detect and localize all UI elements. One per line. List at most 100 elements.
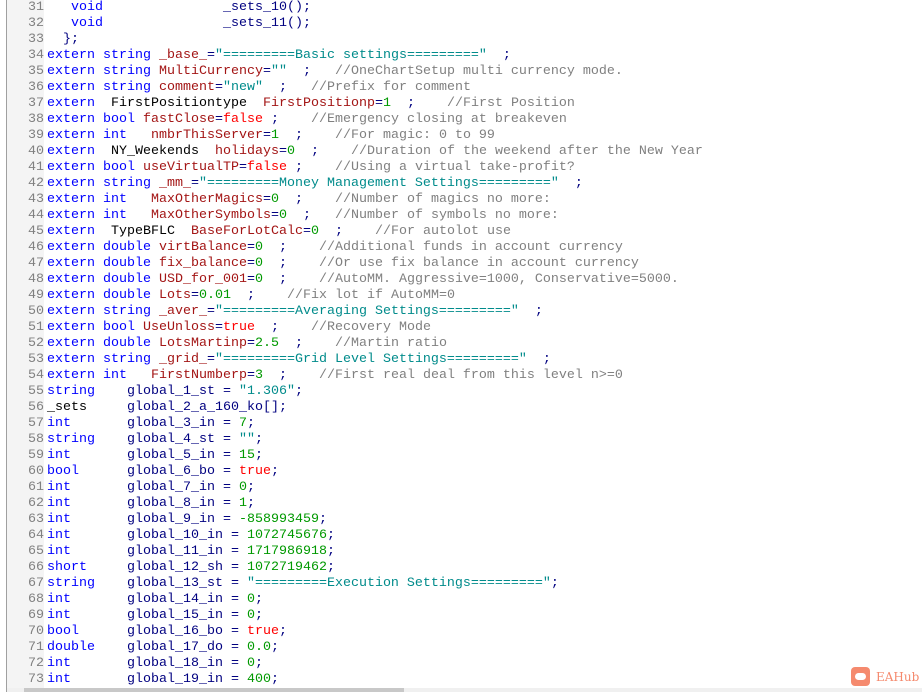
code-token: ; — [278, 192, 335, 207]
code-text: double global_17_do = 0.0; — [47, 640, 279, 656]
code-line[interactable]: 39 extern int nmbrThisServer=1 ; //For ma… — [0, 128, 922, 144]
code-token: string — [47, 576, 95, 591]
code-token: ; — [254, 656, 263, 671]
code-line[interactable]: 46 extern double virtBalance=0 ; //Additi… — [0, 240, 922, 256]
code-line[interactable]: 54 extern int FirstNumberp=3 ; //First re… — [0, 368, 922, 384]
code-token: global_10_in = — [71, 528, 247, 543]
code-token: //Prefix for comment — [310, 80, 471, 95]
code-token: ; — [526, 352, 551, 367]
code-line[interactable]: 40 extern NY_Weekends holidays=0 ; //Dura… — [0, 144, 922, 160]
code-line[interactable]: 59 int global_5_in = 15; — [0, 448, 922, 464]
line-number: 73 — [28, 672, 44, 687]
code-token: = — [190, 176, 199, 191]
line-number: 70 — [28, 624, 44, 639]
code-token: _mm_ — [158, 176, 191, 191]
code-token: extern string — [47, 304, 159, 319]
code-text: extern string _aver_="=========Averaging… — [47, 304, 543, 320]
code-token: global_6_bo = — [79, 464, 239, 479]
code-line[interactable]: 45 extern TypeBFLC BaseForLotCalc=0 ; //F… — [0, 224, 922, 240]
code-line[interactable]: 33 }; — [0, 32, 922, 48]
code-token: = — [262, 192, 271, 207]
code-text: extern double fix_balance=0 ; //Or use f… — [47, 256, 639, 272]
code-token: int — [47, 512, 71, 527]
code-line[interactable]: 49 extern double Lots=0.01 ; //Fix lot if… — [0, 288, 922, 304]
code-line[interactable]: 52 extern double LotsMartinp=2.5 ; //Mart… — [0, 336, 922, 352]
code-line[interactable]: 57 int global_3_in = 7; — [0, 416, 922, 432]
code-line[interactable]: 35 extern string MultiCurrency="" ; //One… — [0, 64, 922, 80]
line-number: 62 — [28, 496, 44, 511]
code-line[interactable]: 58 string global_4_st = ""; — [0, 432, 922, 448]
code-line[interactable]: 68 int global_14_in = 0; — [0, 592, 922, 608]
code-line[interactable]: 38 extern bool fastClose=false ; //Emerge… — [0, 112, 922, 128]
code-line[interactable]: 32 void _sets_11(); — [0, 16, 922, 32]
code-token: global_4_st = — [95, 432, 239, 447]
code-line[interactable]: 51 extern bool UseUnloss=true ; //Recover… — [0, 320, 922, 336]
code-line[interactable]: 31 void _sets_10(); — [0, 0, 922, 16]
code-line[interactable]: 44 extern int MaxOtherSymbols=0 ; //Numbe… — [0, 208, 922, 224]
code-token: fix_balance — [158, 256, 247, 271]
code-token: ; — [326, 560, 335, 575]
code-token: global_19_in = — [71, 672, 247, 687]
code-token: "new" — [222, 80, 263, 95]
line-number: 54 — [28, 368, 44, 383]
code-line[interactable]: 48 extern double USD_for_001=0 ; //AutoMM… — [0, 272, 922, 288]
line-number: 72 — [28, 656, 44, 671]
code-line[interactable]: 63 int global_9_in = -858993459; — [0, 512, 922, 528]
code-text: extern double USD_for_001=0 ; //AutoMM. … — [47, 272, 679, 288]
code-token: false — [246, 160, 287, 175]
code-line[interactable]: 41 extern bool useVirtualTP=false ; //Usi… — [0, 160, 922, 176]
code-text: }; — [47, 32, 79, 48]
code-token: = — [246, 336, 255, 351]
code-line[interactable]: 53 extern string _grid_="=========Grid Le… — [0, 352, 922, 368]
code-text: int global_19_in = 400; — [47, 672, 279, 688]
code-line[interactable]: 72 int global_18_in = 0; — [0, 656, 922, 672]
code-token: ; — [246, 416, 255, 431]
code-line[interactable]: 60 bool global_6_bo = true; — [0, 464, 922, 480]
code-line[interactable]: 55 string global_1_st = "1.306"; — [0, 384, 922, 400]
code-line[interactable]: 50 extern string _aver_="=========Averagi… — [0, 304, 922, 320]
code-token: MaxOtherSymbols — [150, 208, 271, 223]
code-token: 3 — [254, 368, 263, 383]
code-line[interactable]: 67 string global_13_st = "=========Execut… — [0, 576, 922, 592]
code-token: extern — [47, 144, 111, 159]
code-token: 15 — [238, 448, 255, 463]
code-text: extern double Lots=0.01 ; //Fix lot if A… — [47, 288, 455, 304]
code-token: = — [238, 160, 247, 175]
scrollbar-thumb[interactable] — [24, 688, 404, 692]
code-token: //Number of symbols no more: — [334, 208, 559, 223]
code-line[interactable]: 43 extern int MaxOtherMagics=0 ; //Number… — [0, 192, 922, 208]
code-line[interactable]: 70 bool global_16_bo = true; — [0, 624, 922, 640]
code-text: int global_14_in = 0; — [47, 592, 263, 608]
code-token: extern string — [47, 176, 159, 191]
code-line[interactable]: 71 double global_17_do = 0.0; — [0, 640, 922, 656]
code-line[interactable]: 62 int global_8_in = 1; — [0, 496, 922, 512]
code-line[interactable]: 42 extern string _mm_="=========Money Man… — [0, 176, 922, 192]
code-token: FirstPositionp — [262, 96, 375, 111]
code-editor[interactable]: 31 void _sets_10(); 32 void _sets_11(); 33… — [0, 0, 922, 688]
code-line[interactable]: 66 short global_12_sh = 1072719462; — [0, 560, 922, 576]
code-line[interactable]: 47 extern double fix_balance=0 ; //Or use… — [0, 256, 922, 272]
code-line[interactable]: 73 int global_19_in = 400; — [0, 672, 922, 688]
code-line[interactable]: 36 extern string comment="new" ; //Prefix… — [0, 80, 922, 96]
code-token: 0 — [254, 240, 263, 255]
code-token: global_18_in = — [71, 656, 247, 671]
code-token: 0 — [246, 608, 255, 623]
code-line[interactable]: 69 int global_15_in = 0; — [0, 608, 922, 624]
line-number: 59 — [28, 448, 44, 463]
code-line[interactable]: 61 int global_7_in = 0; — [0, 480, 922, 496]
code-line[interactable]: 34 extern string _base_="=========Basic s… — [0, 48, 922, 64]
code-token: //Emergency closing at breakeven — [310, 112, 567, 127]
code-line[interactable]: 56 _sets global_2_a_160_ko[]; — [0, 400, 922, 416]
code-token: //Martin ratio — [334, 336, 447, 351]
code-text: int global_5_in = 15; — [47, 448, 263, 464]
code-line[interactable]: 64 int global_10_in = 1072745676; — [0, 528, 922, 544]
code-token: ; — [254, 320, 311, 335]
horizontal-scrollbar[interactable] — [7, 688, 922, 692]
line-number: 69 — [28, 608, 44, 623]
code-token: "=========Money Management Settings=====… — [198, 176, 559, 191]
code-line[interactable]: 37 extern FirstPositiontype FirstPosition… — [0, 96, 922, 112]
code-line[interactable]: 65 int global_11_in = 1717986918; — [0, 544, 922, 560]
code-text: void _sets_11(); — [47, 16, 311, 32]
code-text: extern TypeBFLC BaseForLotCalc=0 ; //For… — [47, 224, 511, 240]
